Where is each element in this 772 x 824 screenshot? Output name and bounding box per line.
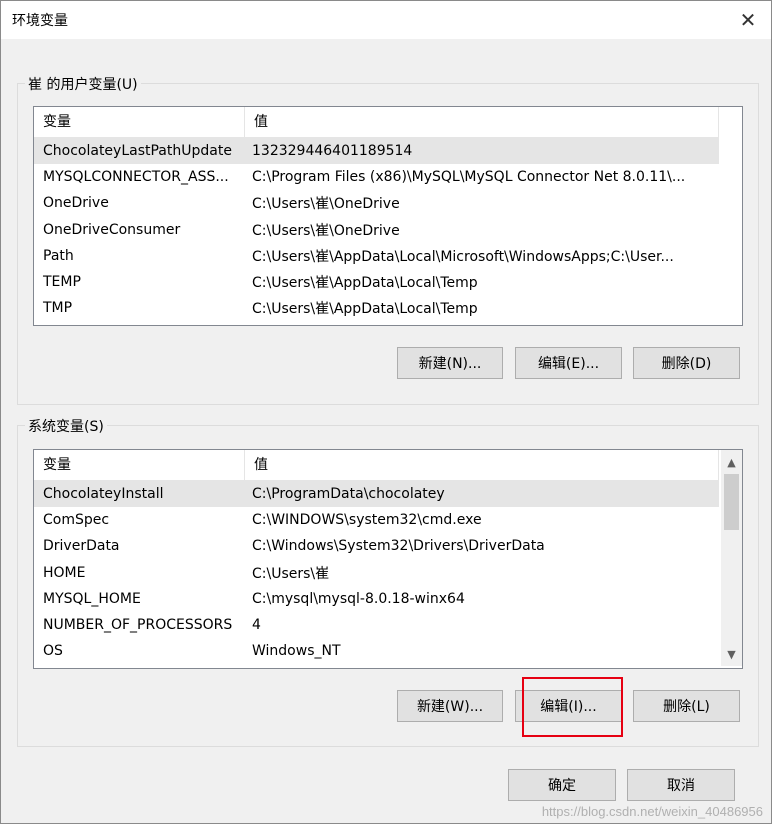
user-vars-group-label: 崔 的用户变量(U) [25, 74, 141, 94]
variable-value-cell: C:\Users\崔\AppData\Local\Microsoft\Windo… [252, 248, 674, 265]
variable-value-cell: C:\Users\崔 [252, 565, 330, 582]
user-new-button[interactable]: 新建(N)... [397, 347, 503, 379]
system-delete-button[interactable]: 删除(L) [633, 690, 740, 722]
table-row[interactable]: ChocolateyLastPathUpdate 1323294464011895… [34, 138, 719, 165]
variable-value-cell: 4 [252, 617, 261, 634]
scroll-thumb[interactable] [724, 474, 739, 530]
highlight-annotation [522, 677, 623, 737]
user-edit-button[interactable]: 编辑(E)... [515, 347, 622, 379]
variable-name-cell: OS [43, 643, 63, 660]
column-header-value[interactable]: 值 [245, 450, 719, 480]
variable-name-cell: ChocolateyLastPathUpdate [43, 143, 232, 160]
table-row[interactable]: TEMP C:\Users\崔\AppData\Local\Temp [34, 269, 719, 295]
variable-value-cell: C:\Users\崔\AppData\Local\Temp [252, 275, 478, 292]
variable-value-cell: C:\Users\崔\AppData\Local\Temp [252, 301, 478, 318]
variable-name-cell: MYSQL_HOME [43, 590, 141, 607]
scroll-down-icon[interactable]: ▼ [721, 644, 742, 664]
table-row[interactable]: MYSQL_HOME C:\mysql\mysql-8.0.18-winx64 [34, 586, 719, 612]
table-row[interactable]: HOME C:\Users\崔 [34, 560, 719, 586]
user-vars-list-header: 变量 值 [34, 107, 719, 138]
variable-name-cell: TMP [43, 300, 73, 317]
column-header-variable[interactable]: 变量 [34, 450, 245, 480]
table-row[interactable]: OS Windows_NT [34, 638, 719, 664]
system-vars-list[interactable]: 变量 值 ChocolateyInstall C:\ProgramData\cho… [33, 449, 743, 669]
table-row[interactable]: Path C:\Users\崔\AppData\Local\Microsoft\W… [34, 243, 719, 269]
variable-name-cell: ChocolateyInstall [43, 486, 164, 503]
ok-button[interactable]: 确定 [508, 769, 616, 801]
user-vars-rows: ChocolateyLastPathUpdate 1323294464011895… [34, 138, 719, 321]
variable-value-cell: C:\WINDOWS\system32\cmd.exe [252, 512, 482, 529]
variable-name-cell: ComSpec [43, 512, 110, 529]
variable-name-cell: Path [43, 247, 74, 264]
column-header-value[interactable]: 值 [245, 107, 719, 137]
variable-name-cell: MYSQLCONNECTOR_ASS... [43, 169, 229, 186]
system-vars-list-header: 变量 值 [34, 450, 719, 481]
title-bar: 环境变量 ✕ [1, 1, 771, 39]
system-new-button[interactable]: 新建(W)... [397, 690, 503, 722]
table-row[interactable]: NUMBER_OF_PROCESSORS 4 [34, 612, 719, 638]
system-vars-scrollbar[interactable]: ▲ ▼ [721, 450, 742, 666]
user-vars-list[interactable]: 变量 值 ChocolateyLastPathUpdate 13232944640… [33, 106, 743, 326]
system-vars-rows: ChocolateyInstall C:\ProgramData\chocolat… [34, 481, 719, 664]
variable-name-cell: TEMP [43, 274, 81, 291]
system-vars-group-label: 系统变量(S) [25, 416, 107, 436]
variable-name-cell: NUMBER_OF_PROCESSORS [43, 617, 233, 634]
variable-value-cell: C:\Users\崔\OneDrive [252, 222, 400, 239]
env-vars-dialog: 环境变量 ✕ 崔 的用户变量(U) 变量 值 ChocolateyLastPat… [0, 0, 772, 824]
table-row[interactable]: ChocolateyInstall C:\ProgramData\chocolat… [34, 481, 719, 508]
watermark: https://blog.csdn.net/weixin_40486956 [541, 804, 763, 819]
scroll-up-icon[interactable]: ▲ [721, 452, 742, 472]
close-icon: ✕ [739, 8, 757, 32]
user-delete-button[interactable]: 删除(D) [633, 347, 740, 379]
table-row[interactable]: ComSpec C:\WINDOWS\system32\cmd.exe [34, 507, 719, 533]
variable-value-cell: C:\Users\崔\OneDrive [252, 196, 400, 213]
table-row[interactable]: DriverData C:\Windows\System32\Drivers\Dr… [34, 533, 719, 559]
variable-value-cell: C:\ProgramData\chocolatey [252, 486, 445, 503]
variable-value-cell: Windows_NT [252, 643, 341, 660]
variable-name-cell: HOME [43, 564, 86, 581]
variable-value-cell: C:\Windows\System32\Drivers\DriverData [252, 538, 545, 555]
variable-value-cell: C:\Program Files (x86)\MySQL\MySQL Conne… [252, 169, 686, 186]
table-row[interactable]: OneDriveConsumer C:\Users\崔\OneDrive [34, 217, 719, 243]
table-row[interactable]: OneDrive C:\Users\崔\OneDrive [34, 190, 719, 216]
variable-value-cell: C:\mysql\mysql-8.0.18-winx64 [252, 590, 465, 607]
variable-name-cell: OneDrive [43, 195, 109, 212]
variable-value-cell: 132329446401189514 [252, 143, 413, 160]
window-title: 环境变量 [12, 13, 68, 29]
column-header-variable[interactable]: 变量 [34, 107, 245, 137]
variable-name-cell: DriverData [43, 538, 120, 555]
table-row[interactable]: MYSQLCONNECTOR_ASS... C:\Program Files (x… [34, 164, 719, 190]
variable-name-cell: OneDriveConsumer [43, 221, 181, 238]
cancel-button[interactable]: 取消 [627, 769, 735, 801]
close-button[interactable]: ✕ [725, 1, 771, 39]
table-row[interactable]: TMP C:\Users\崔\AppData\Local\Temp [34, 295, 719, 321]
